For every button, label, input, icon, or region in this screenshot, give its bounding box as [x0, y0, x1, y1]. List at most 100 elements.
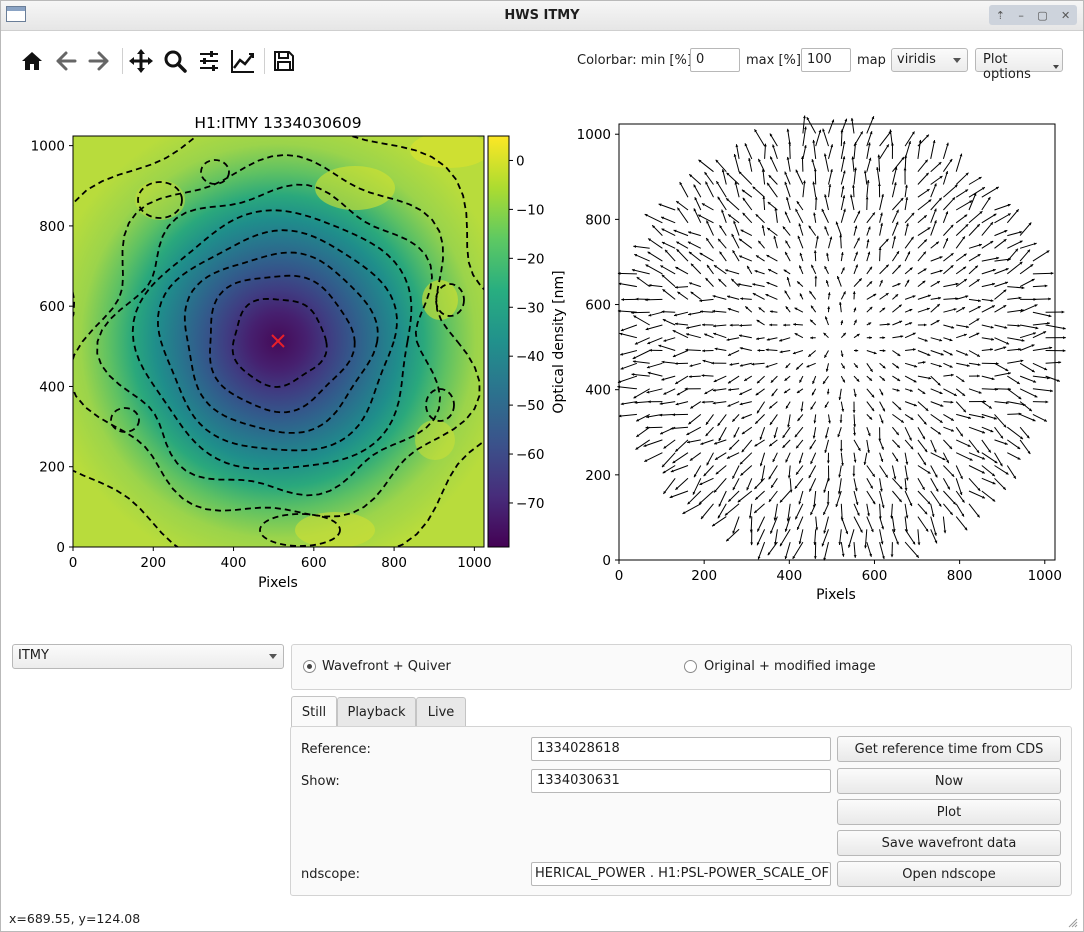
colorbar-tick-label: −10	[516, 202, 545, 218]
keep-above-icon[interactable]: ⇡	[996, 9, 1005, 22]
colorbar-label: Optical density [nm]	[551, 270, 567, 413]
back-arrow-icon	[56, 51, 77, 71]
x-tick-label: 400	[776, 568, 802, 584]
save-figure-button[interactable]	[267, 44, 301, 78]
quiver-arrowhead	[803, 115, 806, 119]
reference-input[interactable]: 1334028618	[531, 737, 831, 761]
back-button[interactable]	[49, 44, 83, 78]
plot-button[interactable]: Plot	[837, 799, 1061, 825]
heatmap-y-axis: 0 200 400 600 800 1000	[31, 139, 73, 556]
x-tick-label: 600	[862, 568, 888, 584]
quiver-x-label: Pixels	[816, 587, 856, 603]
plot-options-button[interactable]: Plot options	[975, 48, 1063, 82]
quiver-arrow	[617, 272, 637, 275]
plot-options-label: Plot options	[983, 52, 1031, 82]
close-icon[interactable]: ✕	[1061, 9, 1070, 22]
save-icon	[274, 51, 294, 71]
ndscope-input[interactable]: HERICAL_POWER . H1:PSL-POWER_SCALE_OFFSE…	[531, 862, 831, 886]
now-button[interactable]: Now	[837, 768, 1061, 794]
quiver-arrow	[1032, 298, 1052, 300]
original-radio-label[interactable]: Original + modified image	[704, 659, 876, 674]
window-controls: ⇡ – ▢ ✕	[989, 5, 1077, 25]
display-mode-group: Wavefront + Quiver Original + modified i…	[291, 644, 1072, 690]
window-title: HWS ITMY	[504, 8, 580, 23]
zoom-icon	[164, 50, 187, 73]
colorbar	[487, 135, 510, 548]
quiver-frame	[618, 123, 1056, 561]
wavefront-heatmap-plot[interactable]: H1:ITMY 1334030609 0 200 400 600 800 1000 0 20…	[0, 100, 570, 600]
heatmap-x-axis: 0 200 400 600 800 1000	[69, 547, 492, 571]
toolbar-separator	[264, 48, 265, 74]
ndscope-label: ndscope:	[301, 867, 360, 882]
y-tick-label: 0	[56, 540, 65, 556]
colorbar-tick-label: −30	[516, 300, 545, 316]
x-tick-label: 1000	[1028, 568, 1062, 584]
heatmap-image	[73, 136, 484, 547]
x-tick-label: 800	[381, 555, 407, 571]
quiver-plot[interactable]: 0 200 400 600 800 1000 0 200 400 600 800 1000 Pixe…	[570, 110, 1075, 610]
colorbar-min-input[interactable]: 0	[690, 48, 740, 72]
configure-subplots-button[interactable]	[192, 44, 226, 78]
x-tick-label: 0	[69, 555, 78, 571]
quiver-y-axis: 0 200 400 600 800 1000	[577, 127, 619, 569]
x-tick-label: 600	[301, 555, 327, 571]
show-input[interactable]: 1334030631	[531, 769, 831, 793]
wavefront-radio[interactable]	[303, 660, 316, 673]
quiver-arrow	[630, 311, 650, 314]
forward-arrow-icon	[88, 51, 109, 71]
chevron-down-icon	[953, 58, 961, 63]
colorbar-tick-label: −20	[516, 251, 545, 267]
colorbar-max-input[interactable]: 100	[801, 48, 851, 72]
wavefront-radio-label[interactable]: Wavefront + Quiver	[322, 659, 451, 674]
forward-button[interactable]	[82, 44, 116, 78]
quiver-arrowhead	[1062, 349, 1066, 353]
y-tick-label: 200	[585, 468, 611, 484]
colorbar-tick-label: −40	[516, 349, 545, 365]
configure-subplots-icon	[200, 51, 218, 71]
heatmap-x-label: Pixels	[258, 575, 298, 591]
zoom-button[interactable]	[158, 44, 192, 78]
colorbar-axis: 0 −10 −20 −30 −40 −50 −60 −70	[509, 153, 545, 512]
title-bar: HWS ITMY ⇡ – ▢ ✕	[1, 1, 1083, 31]
optic-select[interactable]: ITMY	[12, 644, 284, 669]
home-icon	[22, 52, 42, 70]
y-tick-label: 400	[585, 383, 611, 399]
tab-live[interactable]: Live	[416, 697, 466, 726]
colorbar-tick-label: −50	[516, 398, 545, 414]
size-grip-icon[interactable]	[1068, 918, 1078, 928]
y-tick-label: 1000	[577, 127, 611, 143]
edit-axis-button[interactable]	[226, 44, 260, 78]
colorbar-tick-label: −70	[516, 496, 545, 512]
colormap-select[interactable]: viridis	[891, 48, 968, 72]
optic-select-value: ITMY	[18, 648, 49, 663]
menu-indicator-icon	[1053, 65, 1059, 69]
y-tick-label: 200	[39, 460, 65, 476]
chevron-down-icon	[269, 654, 277, 659]
tab-still[interactable]: Still	[291, 696, 337, 727]
status-coordinates: x=689.55, y=124.08	[9, 911, 141, 926]
y-tick-label: 400	[39, 379, 65, 395]
pan-icon	[129, 49, 153, 73]
colormap-value: viridis	[897, 52, 936, 67]
save-wavefront-button[interactable]: Save wavefront data	[837, 830, 1061, 856]
original-radio[interactable]	[684, 660, 697, 673]
open-ndscope-button[interactable]: Open ndscope	[837, 861, 1061, 887]
maximize-icon[interactable]: ▢	[1037, 9, 1047, 22]
x-tick-label: 400	[221, 555, 247, 571]
colorbar-tick-label: 0	[516, 153, 525, 169]
x-tick-label: 0	[615, 568, 624, 584]
y-tick-label: 800	[39, 219, 65, 235]
reference-label: Reference:	[301, 742, 371, 757]
show-label: Show:	[301, 774, 340, 789]
tab-playback[interactable]: Playback	[337, 697, 416, 726]
minimize-icon[interactable]: –	[1018, 9, 1024, 22]
map-label: map	[857, 53, 886, 68]
colorbar-tick-label: −60	[516, 447, 545, 463]
x-tick-label: 200	[691, 568, 717, 584]
quiver-x-axis: 0 200 400 600 800 1000	[615, 560, 1062, 584]
get-reference-button[interactable]: Get reference time from CDS	[837, 736, 1061, 762]
quiver-arrow	[1032, 272, 1054, 275]
home-button[interactable]	[15, 44, 49, 78]
pan-button[interactable]	[124, 44, 158, 78]
heatmap-title: H1:ITMY 1334030609	[194, 114, 361, 132]
